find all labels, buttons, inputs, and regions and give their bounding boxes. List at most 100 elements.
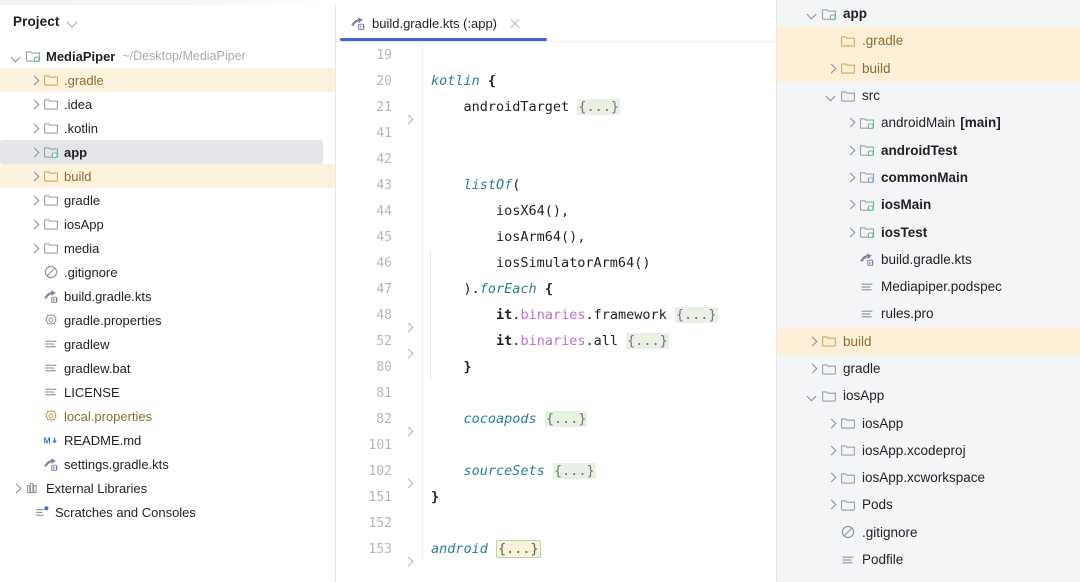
tree-row[interactable]: iosApp.xcodeproj [777,437,1080,464]
tree-row[interactable]: Scratches and Consoles [0,500,335,524]
tree-row[interactable]: .gitignore [0,260,335,284]
chevron-right-icon[interactable] [844,144,856,156]
tree-row[interactable]: .kotlin [0,116,335,140]
code-line[interactable]: 42 [336,146,776,172]
chevron-right-icon[interactable] [806,363,818,375]
tree-row[interactable]: External Libraries [0,476,335,500]
chevron-down-icon[interactable] [806,390,818,402]
tree-row[interactable]: build [0,164,335,188]
tree-row[interactable]: .gradle [0,68,335,92]
tree-row[interactable]: media [0,236,335,260]
chevron-down-icon[interactable] [67,16,78,27]
code-line[interactable]: 41 [336,120,776,146]
code-line[interactable]: 52 it.binaries.all {...} [336,328,776,354]
chevron-right-icon[interactable] [28,122,40,134]
tree-row[interactable]: kt settings.gradle.kts [0,452,335,476]
tree-row[interactable]: .gitignore [777,519,1080,546]
chevron-right-icon[interactable] [825,417,837,429]
tree-row[interactable]: iosApp.xcworkspace [777,464,1080,491]
chevron-right-icon[interactable] [844,117,856,129]
chevron-down-icon[interactable] [825,90,837,102]
code-line[interactable]: 102 sourceSets {...} [336,458,776,484]
code-token[interactable]: {...} [674,307,718,323]
chevron-right-icon[interactable] [825,62,837,74]
chevron-right-icon[interactable] [844,226,856,238]
code-line[interactable]: 45 iosArm64(), [336,224,776,250]
editor-tab[interactable]: kt build.gradle.kts (:app) [342,8,529,38]
tree-row[interactable]: iosTest [777,218,1080,245]
code-token[interactable]: {...} [496,540,541,558]
tree-row-root[interactable]: MediaPiper ~/Desktop/MediaPiper [0,44,335,68]
code-line[interactable]: 151} [336,484,776,510]
code-line[interactable]: 20 kotlin { [336,68,776,94]
code-view[interactable]: 19 20 kotlin {21 androidTarget {...} 41 42 43… [336,42,776,582]
code-line[interactable]: 153 android {...} [336,536,776,562]
tree-row[interactable]: app [0,140,323,164]
code-line[interactable]: 47 ).forEach { [336,276,776,302]
tree-row[interactable]: rules.pro [777,300,1080,327]
tree-row[interactable]: iosMain [777,191,1080,218]
tree-row[interactable]: commonMain [777,164,1080,191]
tree-row[interactable]: iosApp [0,212,335,236]
tree-row[interactable]: androidTest [777,136,1080,163]
tree-row[interactable]: local.properties [0,404,335,428]
tree-row[interactable]: gradlew [0,332,335,356]
code-line[interactable]: 81 [336,380,776,406]
close-icon[interactable] [509,17,521,29]
chevron-down-icon[interactable] [806,8,818,20]
tree-row[interactable]: build [777,54,1080,82]
chevron-right-icon[interactable] [28,146,40,158]
code-line[interactable]: 48 it.binaries.framework {...} [336,302,776,328]
chevron-right-icon[interactable] [28,170,40,182]
code-line[interactable]: 152 [336,510,776,536]
chevron-right-icon[interactable] [28,218,40,230]
chevron-right-icon[interactable] [10,482,22,494]
tree-row[interactable]: gradle.properties [0,308,335,332]
chevron-right-icon[interactable] [825,444,837,456]
chevron-right-icon[interactable] [844,171,856,183]
tree-row[interactable]: kt build.gradle.kts [0,284,335,308]
tree-row[interactable]: Pods [777,491,1080,518]
project-panel-header[interactable]: Project [0,0,335,42]
tree-row[interactable]: gradle [777,355,1080,382]
code-token[interactable]: {...} [577,99,620,115]
tree-row[interactable]: app [777,0,1080,27]
tree-row[interactable]: androidMain [main] [777,109,1080,136]
code-token[interactable]: {...} [626,333,669,349]
tree-row[interactable]: gradle [0,188,335,212]
code-token: .framework [585,307,675,323]
chevron-right-icon[interactable] [28,98,40,110]
chevron-right-icon[interactable] [28,74,40,86]
chevron-right-icon[interactable] [806,335,818,347]
code-line[interactable]: 46 iosSimulatorArm64() [336,250,776,276]
tree-row[interactable]: kt build.gradle.kts [777,246,1080,273]
tree-row[interactable]: M README.md [0,428,335,452]
gradle-kts-icon: kt [43,288,59,304]
code-line[interactable]: 43 listOf( [336,172,776,198]
chevron-right-icon[interactable] [825,472,837,484]
tree-row[interactable]: iosApp [777,382,1080,409]
code-line-text [422,380,776,406]
tree-row[interactable]: .gradle [777,27,1080,55]
tree-row[interactable]: iosApp [777,409,1080,436]
code-token[interactable]: {...} [552,463,596,479]
chevron-right-icon[interactable] [28,194,40,206]
code-line[interactable]: 19 [336,42,776,68]
chevron-down-icon[interactable] [10,50,22,62]
chevron-right-icon[interactable] [825,499,837,511]
code-token[interactable]: {...} [544,411,588,427]
tree-row[interactable]: LICENSE [0,380,335,404]
code-line[interactable]: 44 iosX64(), [336,198,776,224]
tree-row[interactable]: gradlew.bat [0,356,335,380]
tree-row[interactable]: build [777,327,1080,355]
chevron-right-icon[interactable] [28,242,40,254]
tree-row[interactable]: Podfile [777,546,1080,573]
code-line[interactable]: 101 [336,432,776,458]
tree-row[interactable]: Mediapiper.podspec [777,273,1080,300]
code-line[interactable]: 21 androidTarget {...} [336,94,776,120]
code-line[interactable]: 80 } [336,354,776,380]
tree-row[interactable]: .idea [0,92,335,116]
tree-row[interactable]: src [777,82,1080,109]
code-line[interactable]: 82 cocoapods {...} [336,406,776,432]
chevron-right-icon[interactable] [844,199,856,211]
